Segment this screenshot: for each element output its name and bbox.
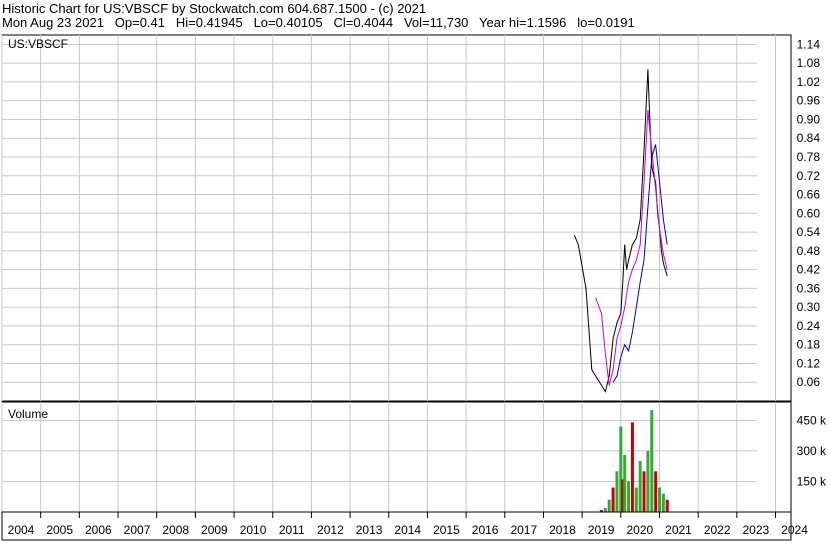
x-tick-label: 2004 bbox=[8, 523, 35, 537]
price-y-tick-label: 0.06 bbox=[797, 375, 821, 389]
price-y-tick-label: 0.48 bbox=[797, 244, 821, 258]
price-y-tick-label: 0.60 bbox=[797, 206, 821, 220]
x-tick-label: 2014 bbox=[394, 523, 421, 537]
volume-bar bbox=[634, 487, 638, 512]
x-tick-label: 2015 bbox=[433, 523, 460, 537]
price-y-tick-label: 1.14 bbox=[797, 37, 821, 51]
volume-bar bbox=[665, 499, 669, 512]
price-y-tick-label: 0.42 bbox=[797, 263, 821, 277]
stat-close: Cl=0.4044 bbox=[333, 15, 394, 30]
x-tick-label: 2010 bbox=[240, 523, 267, 537]
price-y-tick-label: 1.02 bbox=[797, 75, 821, 89]
x-tick-label: 2018 bbox=[549, 523, 576, 537]
volume-y-tick-label: 300 k bbox=[797, 444, 827, 458]
x-tick-label: 2023 bbox=[743, 523, 770, 537]
price-y-tick-label: 0.54 bbox=[797, 225, 821, 239]
stat-year-high: Year hi=1.1596 bbox=[479, 15, 567, 30]
stat-open: Op=0.41 bbox=[114, 15, 166, 30]
x-tick-label: 2006 bbox=[85, 523, 112, 537]
stat-high: Hi=0.41945 bbox=[175, 15, 243, 30]
price-y-ticks: 1.14 1.08 1.02 0.96 0.90 0.84 0.78 0.72 0.66 0.60… bbox=[797, 37, 821, 389]
volume-y-ticks: 450 k 300 k 150 k bbox=[797, 413, 827, 488]
price-y-tick-label: 0.96 bbox=[797, 94, 821, 108]
x-tick-label: 2017 bbox=[510, 523, 537, 537]
volume-bar bbox=[627, 481, 631, 512]
price-y-tick-label: 0.66 bbox=[797, 188, 821, 202]
x-tick-label: 2008 bbox=[162, 523, 189, 537]
price-y-tick-label: 0.84 bbox=[797, 131, 821, 145]
price-panel bbox=[1, 34, 792, 402]
volume-bar bbox=[642, 471, 646, 512]
chart-header-stats: Mon Aug 23 2021 Op=0.41 Hi=0.41945 Lo=0.… bbox=[2, 15, 635, 30]
price-grid bbox=[1, 35, 777, 401]
price-y-tick-label: 0.78 bbox=[797, 150, 821, 164]
volume-bar bbox=[658, 487, 661, 512]
x-tick-label: 2022 bbox=[704, 523, 731, 537]
x-tick-label: 2019 bbox=[588, 523, 615, 537]
x-tick-label: 2009 bbox=[201, 523, 228, 537]
price-y-tick-label: 0.18 bbox=[797, 338, 821, 352]
price-y-tick-label: 0.90 bbox=[797, 112, 821, 126]
chart-header-title: Historic Chart for US:VBSCF by Stockwatc… bbox=[2, 1, 427, 16]
x-tick-label: 2013 bbox=[356, 523, 383, 537]
volume-bar bbox=[615, 471, 619, 512]
volume-y-tick-label: 450 k bbox=[797, 413, 827, 427]
volume-bar bbox=[603, 507, 607, 512]
volume-bar bbox=[661, 493, 665, 512]
price-y-tick-label: 0.36 bbox=[797, 281, 821, 295]
x-tick-label: 2024 bbox=[781, 523, 808, 537]
volume-bar bbox=[630, 422, 634, 512]
stock-chart: 1.14 1.08 1.02 0.96 0.90 0.84 0.78 0.72 0.66 0.60… bbox=[1, 34, 827, 541]
price-y-tick-label: 0.72 bbox=[797, 169, 821, 183]
volume-bar bbox=[646, 450, 650, 512]
stat-volume: Vol=11,730 bbox=[403, 15, 469, 30]
volume-bar bbox=[623, 454, 627, 512]
volume-bar bbox=[654, 471, 658, 512]
stat-date: Mon Aug 23 2021 bbox=[2, 15, 104, 30]
volume-bar bbox=[638, 461, 642, 512]
x-tick-label: 2016 bbox=[472, 523, 499, 537]
volume-panel bbox=[1, 401, 792, 513]
x-tick-label: 2012 bbox=[317, 523, 344, 537]
stat-year-low: lo=0.0191 bbox=[577, 15, 635, 30]
price-y-tick-label: 0.24 bbox=[797, 319, 821, 333]
volume-bar bbox=[607, 499, 611, 512]
x-tick-label: 2007 bbox=[124, 523, 151, 537]
volume-bar bbox=[611, 487, 615, 512]
volume-y-tick-label: 150 k bbox=[797, 474, 827, 488]
volume-panel-label: Volume bbox=[8, 407, 48, 421]
price-y-tick-label: 0.30 bbox=[797, 300, 821, 314]
price-y-tick-label: 1.08 bbox=[797, 56, 821, 70]
x-tick-label: 2021 bbox=[665, 523, 692, 537]
volume-bar bbox=[650, 410, 654, 512]
price-panel-label: US:VBSCF bbox=[8, 37, 68, 51]
price-y-tick-label: 0.12 bbox=[797, 356, 821, 370]
x-tick-label: 2011 bbox=[279, 523, 305, 537]
x-tick-label: 2005 bbox=[46, 523, 73, 537]
x-tick-label: 2020 bbox=[626, 523, 653, 537]
stat-low: Lo=0.40105 bbox=[253, 15, 323, 30]
